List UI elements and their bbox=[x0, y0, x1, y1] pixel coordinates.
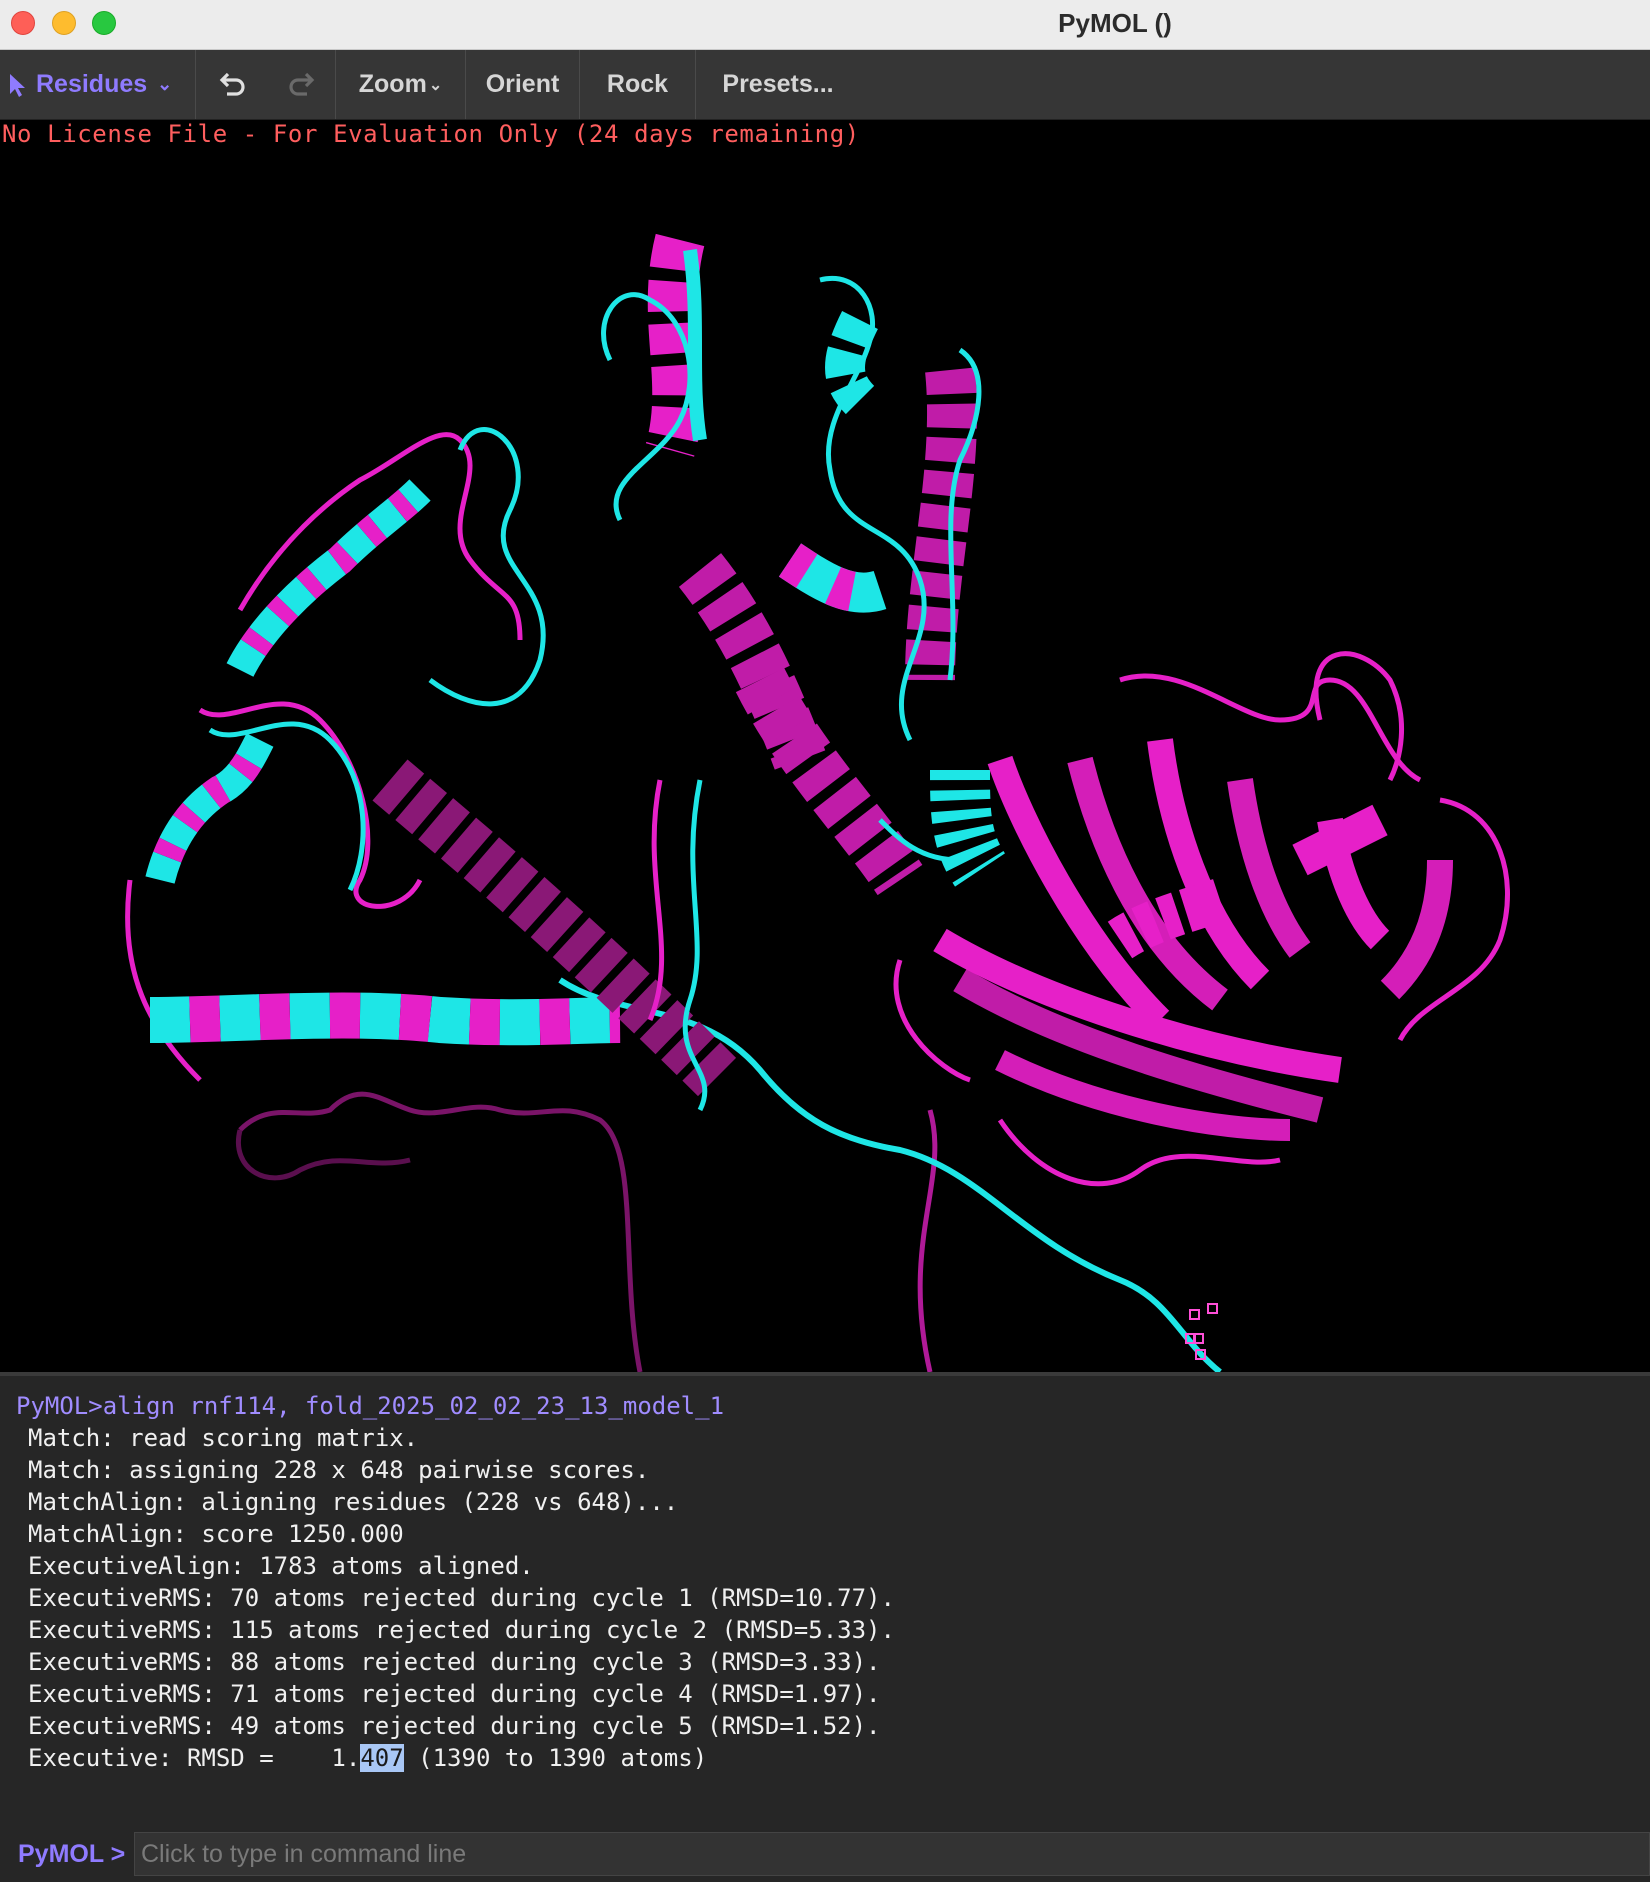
rmsd-selected-text[interactable]: 407 bbox=[360, 1744, 404, 1772]
molecular-viewer[interactable]: No License File - For Evaluation Only (2… bbox=[0, 120, 1650, 1372]
undo-button[interactable] bbox=[196, 50, 268, 119]
console-line: ExecutiveAlign: 1783 atoms aligned. bbox=[28, 1552, 534, 1580]
backbone-loop bbox=[236, 1129, 411, 1181]
presets-label: Presets... bbox=[722, 70, 834, 98]
alpha-helix bbox=[145, 733, 274, 884]
toolbar: Residues ⌄ Zoom ⌄ Orient Rock Presets... bbox=[0, 50, 1650, 120]
license-notice: No License File - For Evaluation Only (2… bbox=[2, 120, 860, 148]
rmsd-prefix: Executive: RMSD = 1. bbox=[28, 1744, 361, 1772]
console-line: ExecutiveRMS: 115 atoms rejected during … bbox=[28, 1616, 895, 1644]
orient-button[interactable]: Orient bbox=[466, 50, 580, 119]
command-line-bar: PyMOL > bbox=[0, 1826, 1650, 1882]
backbone-loop bbox=[917, 1109, 938, 1372]
backbone-loop bbox=[1313, 651, 1404, 782]
chevron-down-icon: ⌄ bbox=[157, 74, 173, 94]
console-line: ExecutiveRMS: 88 atoms rejected during c… bbox=[28, 1648, 881, 1676]
orient-label: Orient bbox=[485, 70, 560, 98]
redo-icon bbox=[288, 72, 314, 96]
window-title: PyMOL () bbox=[1058, 8, 1172, 38]
backbone-loop bbox=[125, 879, 202, 1082]
command-input[interactable] bbox=[134, 1832, 1650, 1876]
command-prompt: PyMOL > bbox=[18, 1839, 126, 1868]
alpha-helix bbox=[930, 769, 1006, 887]
beta-barrel bbox=[933, 738, 1453, 1141]
zoom-dropdown[interactable]: Zoom ⌄ bbox=[336, 50, 466, 119]
pointer-arrow-icon bbox=[10, 73, 25, 97]
redo-button[interactable] bbox=[268, 50, 336, 119]
selection-mode-label: Residues bbox=[36, 70, 148, 98]
selection-markers bbox=[1185, 1303, 1218, 1360]
backbone-loop bbox=[893, 959, 971, 1083]
console-rmsd-line: Executive: RMSD = 1.407 (1390 to 1390 at… bbox=[16, 1742, 1650, 1774]
console-command-echo: PyMOL>align rnf114, fold_2025_02_02_23_1… bbox=[16, 1392, 725, 1420]
rock-label: Rock bbox=[606, 70, 669, 98]
alpha-helix bbox=[735, 667, 923, 896]
output-console: PyMOL>align rnf114, fold_2025_02_02_23_1… bbox=[0, 1372, 1650, 1826]
presets-button[interactable]: Presets... bbox=[696, 50, 860, 119]
backbone-loop bbox=[208, 721, 366, 892]
console-line: ExecutiveRMS: 70 atoms rejected during c… bbox=[28, 1584, 895, 1612]
alpha-helix bbox=[149, 992, 621, 1046]
backbone-loop bbox=[1397, 797, 1510, 1042]
undo-icon bbox=[219, 72, 245, 96]
console-line: Match: assigning 228 x 648 pairwise scor… bbox=[28, 1456, 650, 1484]
rock-button[interactable]: Rock bbox=[580, 50, 696, 119]
backbone-loop bbox=[819, 275, 927, 742]
title-bar: PyMOL () bbox=[0, 0, 1650, 50]
chevron-down-icon: ⌄ bbox=[428, 76, 443, 94]
console-line: ExecutiveRMS: 49 atoms rejected during c… bbox=[28, 1712, 881, 1740]
alpha-helix bbox=[226, 479, 431, 677]
console-line: MatchAlign: aligning residues (228 vs 64… bbox=[28, 1488, 679, 1516]
backbone-loop bbox=[428, 427, 546, 707]
alpha-helix bbox=[778, 543, 887, 613]
console-line: ExecutiveRMS: 71 atoms rejected during c… bbox=[28, 1680, 881, 1708]
console-line: MatchAlign: score 1250.000 bbox=[28, 1520, 404, 1548]
zoom-label: Zoom bbox=[358, 70, 427, 98]
console-line: Match: read scoring matrix. bbox=[28, 1424, 419, 1452]
protein-structure-render bbox=[125, 233, 1510, 1372]
rmsd-suffix: (1390 to 1390 atoms) bbox=[403, 1744, 708, 1772]
selection-mode-dropdown[interactable]: Residues ⌄ bbox=[0, 50, 196, 119]
backbone-loop bbox=[238, 1091, 643, 1372]
